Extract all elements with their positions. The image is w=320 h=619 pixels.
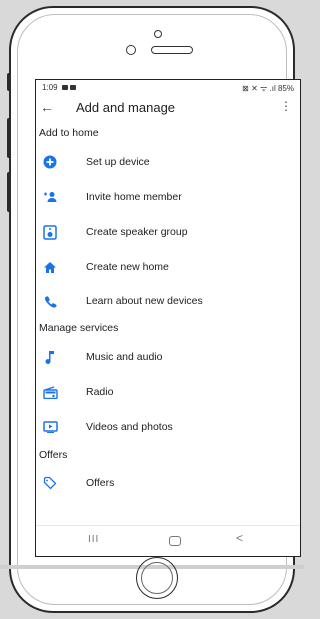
notification-icons bbox=[62, 85, 76, 90]
list-item-radio[interactable]: Radio bbox=[36, 379, 300, 407]
video-icon bbox=[42, 419, 58, 435]
back-nav-icon[interactable]: < bbox=[236, 531, 243, 545]
tag-icon bbox=[42, 475, 58, 491]
speaker-icon bbox=[42, 224, 58, 240]
list-item-label: Create speaker group bbox=[86, 226, 188, 238]
home-button-ring bbox=[141, 562, 173, 594]
status-right-icons: ⊠ ✕ ᯤ .ıl 85% bbox=[242, 84, 294, 93]
list-item-create-speaker-group[interactable]: Create speaker group bbox=[36, 219, 300, 247]
list-item-label: Offers bbox=[86, 477, 115, 489]
status-bar: 1:09 ⊠ ✕ ᯤ .ıl 85% bbox=[36, 82, 300, 96]
list-item-label: Create new home bbox=[86, 261, 169, 273]
list-item-label: Set up device bbox=[86, 156, 150, 168]
person-add-icon bbox=[42, 189, 58, 205]
home-nav-icon[interactable] bbox=[169, 536, 181, 546]
sensor-icon bbox=[126, 45, 136, 55]
list-item-create-new-home[interactable]: Create new home bbox=[36, 254, 300, 282]
section-manage-services: Manage services bbox=[39, 322, 119, 334]
home-icon bbox=[42, 259, 58, 275]
front-camera-icon bbox=[154, 30, 162, 38]
list-item-music-and-audio[interactable]: Music and audio bbox=[36, 344, 300, 372]
add-circle-icon bbox=[42, 154, 58, 170]
list-item-invite-home-member[interactable]: Invite home member bbox=[36, 184, 300, 212]
list-item-offers[interactable]: Offers bbox=[36, 470, 300, 498]
earpiece-speaker bbox=[151, 46, 193, 54]
recent-apps-icon[interactable]: III bbox=[88, 534, 99, 545]
radio-icon bbox=[42, 384, 58, 400]
phone-icon bbox=[42, 293, 58, 309]
volume-down-button bbox=[7, 172, 11, 212]
section-offers: Offers bbox=[39, 449, 68, 461]
page-title: Add and manage bbox=[76, 100, 176, 115]
phone-home-button[interactable] bbox=[136, 557, 178, 599]
silent-switch bbox=[7, 73, 11, 91]
list-item-learn-about-new-devices[interactable]: Learn about new devices bbox=[36, 288, 300, 316]
app-screen: 1:09 ⊠ ✕ ᯤ .ıl 85% ← Add and manage ⋮ Ad… bbox=[35, 79, 301, 557]
list-item-label: Radio bbox=[86, 386, 114, 398]
list-item-set-up-device[interactable]: Set up device bbox=[36, 149, 300, 177]
list-item-label: Videos and photos bbox=[86, 421, 173, 433]
more-vert-icon[interactable]: ⋮ bbox=[280, 100, 292, 112]
list-item-videos-and-photos[interactable]: Videos and photos bbox=[36, 414, 300, 442]
music-note-icon bbox=[42, 349, 58, 365]
status-time: 1:09 bbox=[42, 83, 58, 92]
list-item-label: Learn about new devices bbox=[86, 295, 203, 307]
system-nav-bar: III < bbox=[36, 525, 300, 556]
section-add-to-home: Add to home bbox=[39, 127, 99, 139]
list-item-label: Music and audio bbox=[86, 351, 163, 363]
back-arrow-icon[interactable]: ← bbox=[40, 99, 54, 115]
app-bar: ← Add and manage ⋮ bbox=[36, 98, 300, 120]
volume-up-button bbox=[7, 118, 11, 158]
list-item-label: Invite home member bbox=[86, 191, 182, 203]
